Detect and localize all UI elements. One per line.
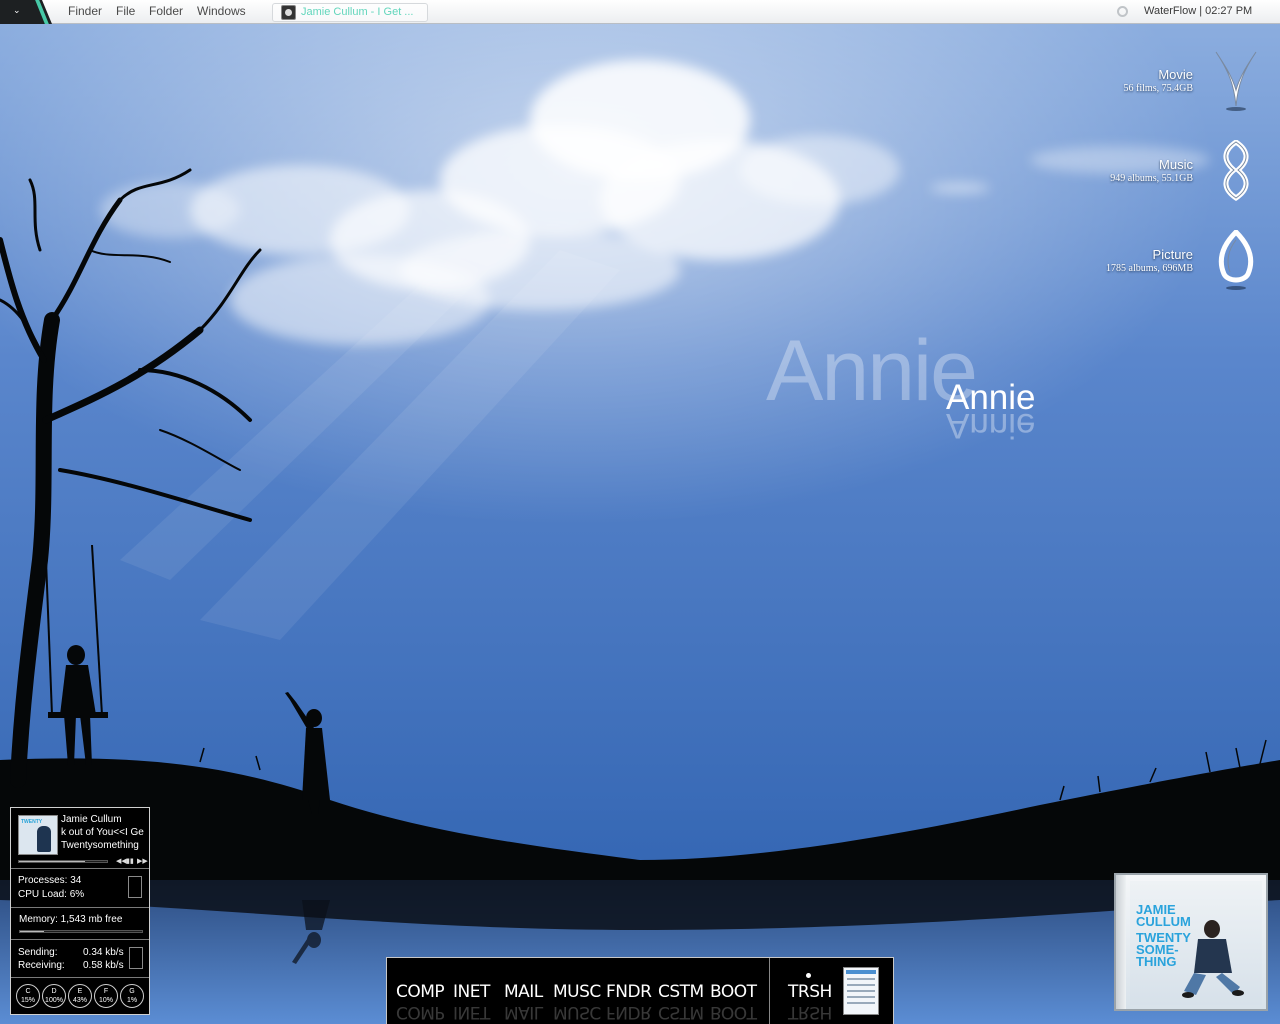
next-track-button[interactable]: ▶▶ bbox=[137, 858, 148, 866]
drive-letter: G bbox=[129, 988, 135, 995]
dock: COMP INET MAIL MUSC FNDR CSTM BOOT COMP … bbox=[386, 957, 894, 1024]
dock-reflection: INET bbox=[453, 1002, 490, 1022]
processes-label: Processes: 34 bbox=[18, 875, 82, 886]
drive-letter: C bbox=[25, 988, 31, 995]
now-playing-artist: Jamie Cullum bbox=[61, 814, 122, 825]
cpu-gauge bbox=[128, 876, 142, 898]
dock-reflection: FNDR bbox=[606, 1002, 652, 1022]
launcher-title: Movie bbox=[1158, 67, 1193, 82]
drive-percent: 15% bbox=[20, 997, 35, 1004]
dock-item-cstm[interactable]: CSTM bbox=[658, 982, 704, 1002]
launcher-picture[interactable]: Picture 1785 albums, 696MB bbox=[1048, 230, 1258, 310]
picture-icon bbox=[1218, 230, 1254, 290]
cover-artist-figure bbox=[1182, 920, 1244, 998]
sending-label: Sending: bbox=[18, 947, 58, 958]
pause-button[interactable]: ▮▮ bbox=[126, 858, 134, 866]
launcher-subtitle: 949 albums, 55.1GB bbox=[1110, 173, 1193, 184]
drive-letter: E bbox=[77, 988, 83, 995]
menu-finder[interactable]: Finder bbox=[68, 5, 102, 18]
drive-percent: 100% bbox=[45, 997, 63, 1004]
window-line bbox=[847, 984, 875, 986]
clock-status: WaterFlow | 02:27 PM bbox=[1144, 5, 1253, 17]
sending-value: 0.34 kb/s bbox=[83, 947, 124, 958]
chevron-down-icon: ⌄ bbox=[13, 5, 21, 15]
window-line bbox=[847, 978, 875, 980]
dock-item-comp[interactable]: COMP bbox=[396, 982, 445, 1002]
cover-text-line: THING bbox=[1136, 954, 1177, 969]
menu-folder[interactable]: Folder bbox=[149, 5, 183, 18]
receiving-label: Receiving: bbox=[18, 960, 65, 971]
movie-icon bbox=[1215, 51, 1257, 111]
memory-bar bbox=[19, 930, 143, 933]
desktop-title-small: Annie bbox=[946, 378, 1036, 417]
album-thumb-figure bbox=[37, 826, 51, 852]
dock-item-fndr[interactable]: FNDR bbox=[606, 982, 652, 1002]
running-indicator-dot bbox=[806, 973, 811, 978]
window-line bbox=[847, 996, 875, 998]
drive-percent: 1% bbox=[126, 997, 138, 1004]
launcher-title: Picture bbox=[1152, 247, 1193, 262]
taskbar-window-label: Jamie Cullum - I Get ... bbox=[301, 6, 414, 18]
taskbar-window-button[interactable]: Jamie Cullum - I Get ... bbox=[272, 3, 428, 22]
dock-item-trash[interactable]: TRSH bbox=[788, 982, 832, 1002]
dock-item-inet[interactable]: INET bbox=[453, 982, 490, 1002]
dock-reflection: TRSH bbox=[788, 1002, 832, 1022]
dock-item-musc[interactable]: MUSC bbox=[553, 982, 601, 1002]
gear-icon[interactable] bbox=[1117, 6, 1128, 17]
window-line bbox=[847, 1002, 875, 1004]
drive-d-indicator[interactable]: D 100% bbox=[42, 984, 66, 1008]
window-titlebar bbox=[846, 970, 876, 974]
playback-progress-fill bbox=[19, 861, 85, 862]
dock-item-boot[interactable]: BOOT bbox=[710, 982, 757, 1002]
menu-bar: ⌄ Finder File Folder Windows Jamie Cullu… bbox=[0, 0, 1280, 24]
drive-percent: 43% bbox=[72, 997, 87, 1004]
launcher-title: Music bbox=[1159, 157, 1193, 172]
cpu-load-label: CPU Load: 6% bbox=[18, 889, 85, 900]
widget-divider bbox=[11, 939, 149, 940]
dock-reflection: MUSC bbox=[553, 1002, 601, 1022]
system-menu-button[interactable]: ⌄ bbox=[0, 0, 52, 24]
now-playing-album: Twentysomething bbox=[61, 840, 139, 851]
menu-windows[interactable]: Windows bbox=[197, 5, 246, 18]
album-cover-art[interactable]: JAMIE CULLUM TWENTY SOME- THING bbox=[1114, 873, 1268, 1011]
album-art-thumbnail[interactable]: TWENTY bbox=[18, 815, 58, 855]
drive-f-indicator[interactable]: F 10% bbox=[94, 984, 118, 1008]
drive-e-indicator[interactable]: E 43% bbox=[68, 984, 92, 1008]
memory-bar-fill bbox=[20, 931, 45, 932]
memory-label: Memory: 1,543 mb free bbox=[19, 914, 123, 925]
launcher-movie[interactable]: Movie 56 films, 75.4GB bbox=[1048, 50, 1258, 130]
minimized-window-thumbnail[interactable] bbox=[843, 967, 879, 1015]
launcher-music[interactable]: Music 949 albums, 55.1GB bbox=[1048, 140, 1258, 220]
dock-reflection: COMP bbox=[396, 1002, 445, 1022]
desktop-title-large: Annie bbox=[766, 323, 978, 419]
launcher-subtitle: 56 films, 75.4GB bbox=[1123, 83, 1193, 94]
launcher-subtitle: 1785 albums, 696MB bbox=[1106, 263, 1193, 274]
system-monitor-widget: TWENTY Jamie Cullum k out of You<<I Ge T… bbox=[10, 807, 150, 1015]
playback-progress-bar[interactable] bbox=[18, 860, 108, 863]
drive-letter: D bbox=[51, 988, 57, 995]
widget-divider bbox=[11, 907, 149, 908]
widget-divider bbox=[11, 977, 149, 978]
dock-item-mail[interactable]: MAIL bbox=[504, 982, 543, 1002]
receiving-value: 0.58 kb/s bbox=[83, 960, 124, 971]
dock-reflection: BOOT bbox=[710, 1002, 757, 1022]
widget-divider bbox=[11, 868, 149, 869]
window-line bbox=[847, 990, 875, 992]
network-gauge bbox=[129, 947, 143, 969]
dock-reflection: CSTM bbox=[658, 1002, 704, 1022]
drive-letter: F bbox=[103, 988, 109, 995]
cd-case-spine bbox=[1116, 875, 1126, 1009]
now-playing-track: k out of You<<I Ge bbox=[61, 827, 144, 838]
album-thumb-text: TWENTY bbox=[21, 819, 43, 825]
drive-g-indicator[interactable]: G 1% bbox=[120, 984, 144, 1008]
menu-file[interactable]: File bbox=[116, 5, 135, 18]
music-icon bbox=[1223, 140, 1249, 202]
drive-percent: 10% bbox=[98, 997, 113, 1004]
dock-divider bbox=[769, 958, 770, 1024]
media-player-icon bbox=[281, 5, 296, 20]
drive-c-indicator[interactable]: C 15% bbox=[16, 984, 40, 1008]
dock-reflection: MAIL bbox=[504, 1002, 543, 1022]
